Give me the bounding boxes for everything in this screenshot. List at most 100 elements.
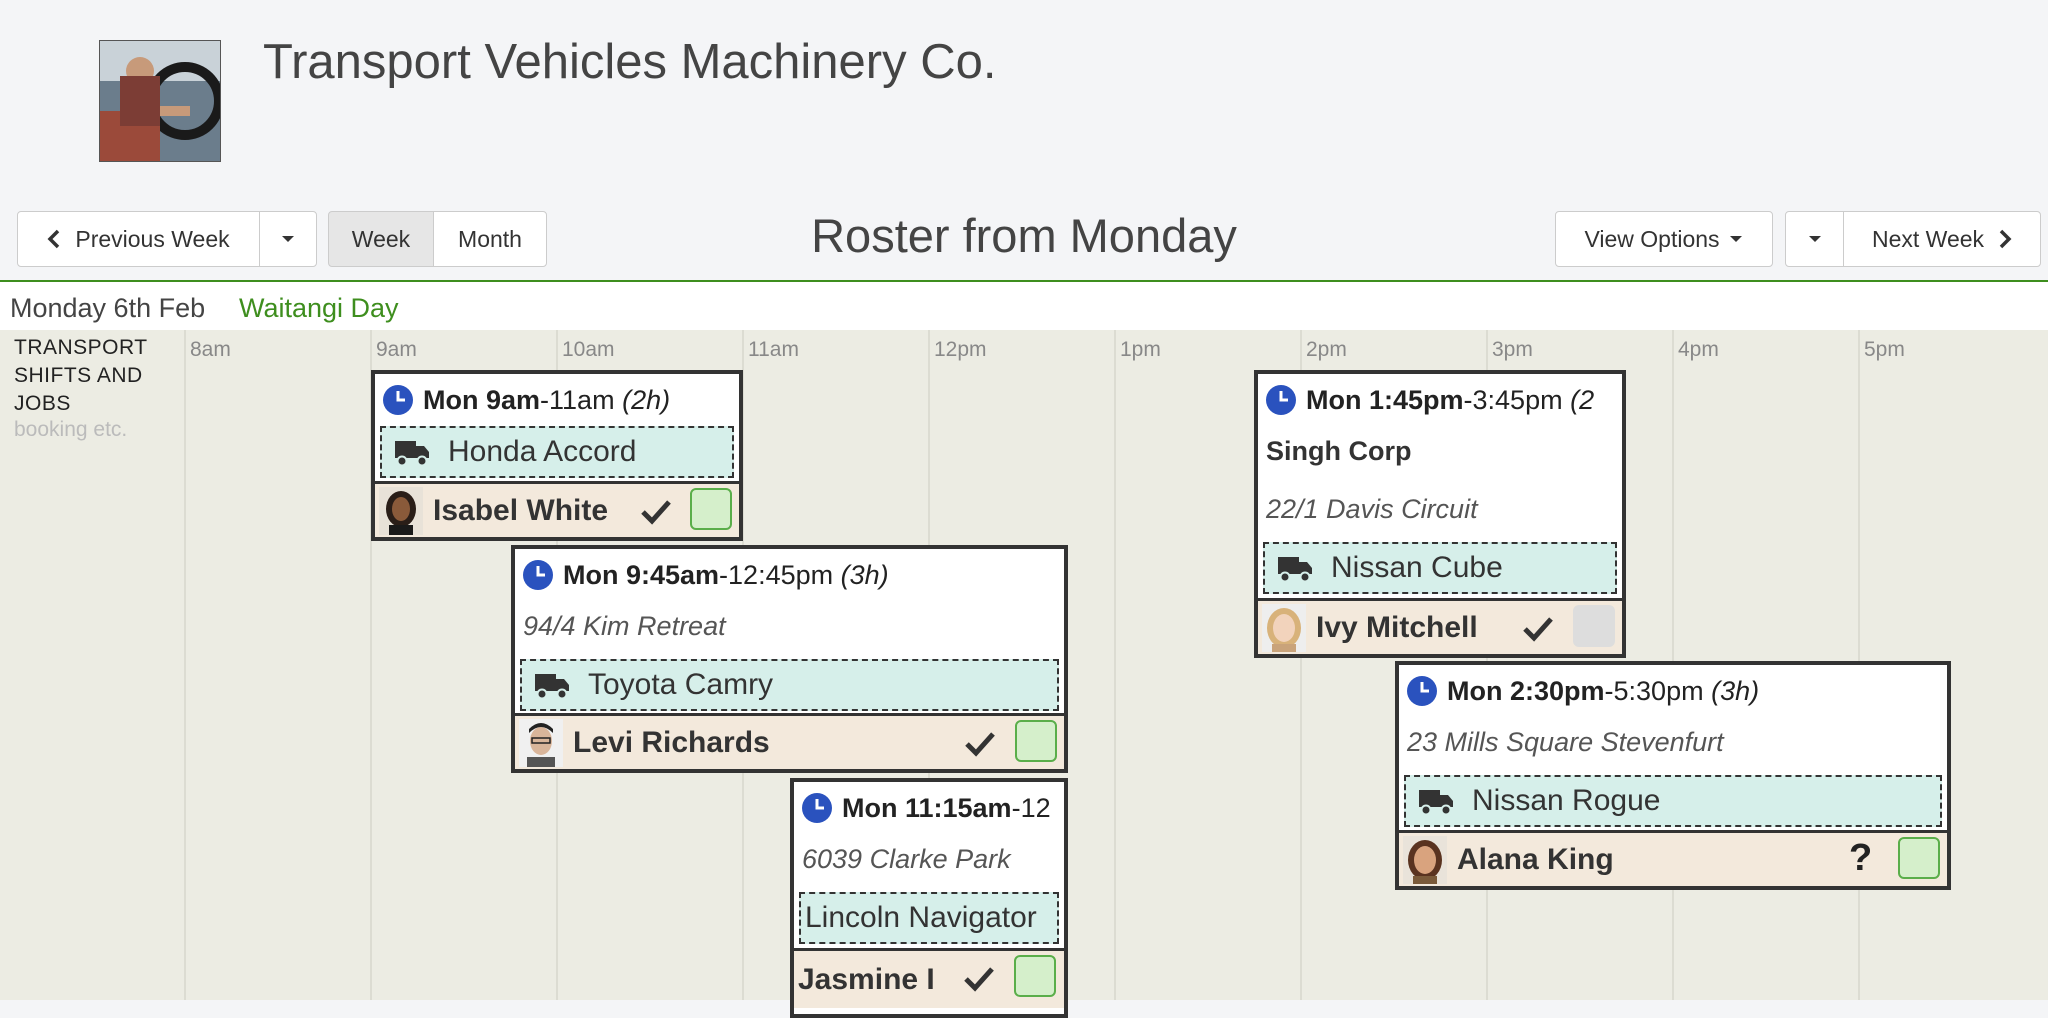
staff-name: Isabel White [433,493,609,527]
tab-month[interactable]: Month [433,211,547,267]
staff-row[interactable]: Levi Richards [515,713,1064,769]
vehicle-tag[interactable]: Honda Accord [380,426,734,478]
previous-week-dropdown[interactable] [259,211,317,267]
caret-down-icon [1807,234,1823,244]
time-label: 3pm [1492,338,1533,361]
time-label: 9am [376,338,417,361]
shift-duration: (2h) [622,384,671,415]
avatar [519,718,563,767]
next-week-dropdown[interactable] [1785,211,1844,267]
vehicle-name: Toyota Camry [588,668,774,701]
vehicle-tag[interactable]: Toyota Camry [520,659,1059,711]
check-icon [641,500,671,525]
staff-row[interactable]: Alana King ? [1399,830,1947,886]
shift-time: Mon 1:45pm -3:45pm (2 [1266,382,1594,418]
shift-address: 6039 Clarke Park [802,844,1011,874]
time-label: 5pm [1864,338,1905,361]
row-title-line: JOBS [14,392,71,415]
truck-icon [1278,557,1312,582]
vehicle-tag[interactable]: Lincoln Navigator [799,892,1059,944]
next-week-button[interactable]: Next Week [1843,211,2041,267]
time-label: 10am [562,338,615,361]
status-checkbox[interactable] [1898,837,1940,879]
status-checkbox[interactable] [1014,955,1056,997]
row-title-line: TRANSPORT [14,336,148,359]
vehicle-tag[interactable]: Nissan Cube [1263,542,1617,594]
shift-end: -11am [540,384,615,415]
shift-time: Mon 11:15am -12 [802,790,1051,826]
vehicle-name: Nissan Rogue [1472,784,1661,817]
time-label: 11am [748,338,799,361]
avatar [1403,835,1447,884]
shift-end: -3:45pm [1463,384,1563,415]
shift-card[interactable]: Mon 9:45am -12:45pm (3h) 94/4 Kim Retreat… [511,545,1068,773]
shift-card[interactable]: Mon 11:15am -12 6039 Clarke Park Lincoln … [790,778,1068,1018]
chevron-left-icon [47,229,61,249]
shift-time: Mon 2:30pm -5:30pm (3h) [1407,673,1759,709]
tab-week-label: Week [351,225,411,252]
shift-time: Mon 9am -11am (2h) [383,382,670,418]
company-name: Transport Vehicles Machinery Co. [263,35,997,89]
time-label: 4pm [1678,338,1719,361]
time-label: 2pm [1306,338,1347,361]
shift-card[interactable]: Mon 9am -11am (2h) Honda Accord Isabel Wh… [371,370,743,541]
grid-line [1114,330,1116,1000]
staff-name: Alana King [1457,842,1614,876]
check-icon [965,732,995,757]
vehicle-tag[interactable]: Nissan Rogue [1404,775,1942,827]
vehicle-name: Honda Accord [448,435,637,468]
check-icon [1523,617,1553,642]
staff-row[interactable]: Ivy Mitchell [1258,598,1622,654]
row-title-line: SHIFTS AND [14,364,143,387]
clock-icon [523,560,553,590]
time-label: 1pm [1120,338,1161,361]
tab-month-label: Month [458,225,522,252]
shift-end: -12:45pm [719,559,834,590]
caret-down-icon [1728,234,1744,244]
vehicle-name: Lincoln Navigator [805,901,1037,934]
shift-duration: (3h) [840,559,889,590]
previous-week-button[interactable]: Previous Week [17,211,260,267]
shift-address: 94/4 Kim Retreat [523,611,726,641]
tab-week[interactable]: Week [328,211,434,267]
staff-name: Ivy Mitchell [1316,610,1478,644]
chevron-right-icon [1998,229,2012,249]
header: Transport Vehicles Machinery Co. [0,0,2048,205]
status-checkbox[interactable] [1573,605,1615,647]
shift-card[interactable]: Mon 1:45pm -3:45pm (2 Singh Corp 22/1 Dav… [1254,370,1626,658]
staff-name: Levi Richards [573,725,770,759]
truck-icon [395,441,429,466]
shift-duration: (3h) [1711,675,1760,706]
status-checkbox[interactable] [690,488,732,530]
clock-icon [383,385,413,415]
status-unknown: ? [1849,837,1873,879]
check-icon [964,967,994,992]
row-subtitle: booking etc. [14,418,128,441]
previous-week-label: Previous Week [75,225,230,252]
shift-address: 22/1 Davis Circuit [1266,494,1478,524]
shift-end: -12 [1011,792,1051,823]
clock-icon [1407,676,1437,706]
vehicle-name: Nissan Cube [1331,551,1503,584]
view-options-button[interactable]: View Options [1555,211,1773,267]
avatar [1262,603,1306,652]
client-name: Singh Corp [1266,436,1412,466]
staff-name: Jasmine I [798,962,935,996]
clock-icon [1266,385,1296,415]
company-logo [99,40,221,162]
holiday-label: Waitangi Day [239,293,399,323]
shift-start: Mon 1:45pm [1306,384,1464,415]
shift-start: Mon 2:30pm [1447,675,1605,706]
shift-end: -5:30pm [1604,675,1704,706]
staff-row[interactable]: Jasmine I [794,948,1064,1008]
time-label: 12pm [934,338,987,361]
staff-row[interactable]: Isabel White [375,481,739,537]
view-options-label: View Options [1584,225,1720,252]
caret-down-icon [280,234,296,244]
truck-icon [535,674,569,699]
shift-card[interactable]: Mon 2:30pm -5:30pm (3h) 23 Mills Square S… [1395,661,1951,890]
clock-icon [802,793,832,823]
shift-address: 23 Mills Square Stevenfurt [1407,727,1724,757]
next-week-label: Next Week [1871,225,1985,252]
status-checkbox[interactable] [1015,720,1057,762]
